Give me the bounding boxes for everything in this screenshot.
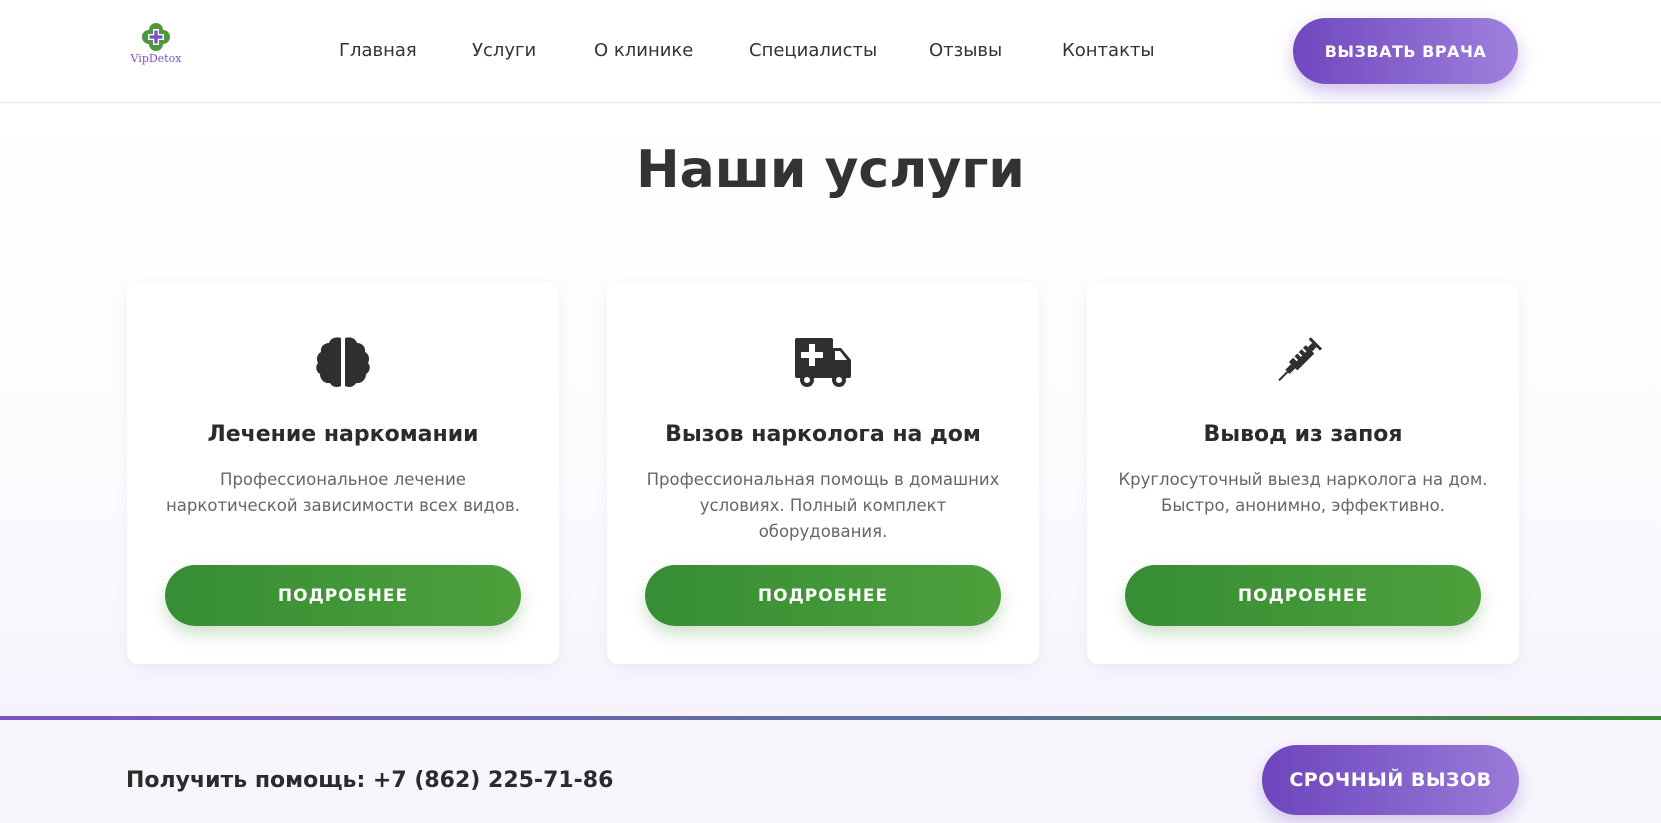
nav-item-specialists[interactable]: Специалисты	[749, 40, 877, 61]
brain-icon	[316, 337, 370, 387]
urgent-call-button[interactable]: СРОЧНЫЙ ВЫЗОВ	[1262, 745, 1519, 815]
logo-text: VipDetox	[130, 52, 182, 65]
section-title: Наши услуги	[636, 140, 1025, 200]
nav-item-home[interactable]: Главная	[339, 40, 417, 61]
card-title: Вывод из запоя	[1203, 422, 1403, 447]
ambulance-icon	[795, 338, 851, 387]
card-title: Вызов нарколога на дом	[665, 422, 981, 447]
card-title: Лечение наркомании	[207, 422, 479, 447]
more-button[interactable]: ПОДРОБНЕЕ	[1125, 565, 1481, 626]
card-description: Профессиональное лечение наркотической з…	[166, 470, 520, 515]
more-button[interactable]: ПОДРОБНЕЕ	[165, 565, 521, 626]
bottom-bar: Получить помощь: +7 (862) 225-71-86 СРОЧ…	[0, 720, 1661, 823]
syringe-icon	[1278, 337, 1323, 382]
card-description: Круглосуточный выезд нарколога на дом. Б…	[1118, 470, 1488, 515]
call-doctor-button[interactable]: ВЫЗВАТЬ ВРАЧА	[1293, 18, 1518, 84]
nav-item-contacts[interactable]: Контакты	[1062, 40, 1155, 61]
nav-item-services[interactable]: Услуги	[472, 40, 536, 61]
service-card: Лечение наркомании Профессиональное лече…	[127, 282, 559, 664]
help-phone-text: Получить помощь: +7 (862) 225-71-86	[126, 768, 614, 793]
card-description: Профессиональная помощь в домашних услов…	[646, 470, 1000, 541]
clover-cross-icon	[142, 23, 170, 51]
service-card: Вызов нарколога на дом Профессиональная …	[607, 282, 1039, 664]
nav-item-about[interactable]: О клинике	[594, 40, 693, 61]
service-card: Вывод из запоя Круглосуточный выезд нарк…	[1087, 282, 1519, 664]
nav-item-reviews[interactable]: Отзывы	[929, 40, 1002, 61]
site-header: VipDetox Главная Услуги О клинике Специа…	[0, 0, 1661, 103]
more-button[interactable]: ПОДРОБНЕЕ	[645, 565, 1001, 626]
logo[interactable]: VipDetox	[126, 22, 186, 72]
